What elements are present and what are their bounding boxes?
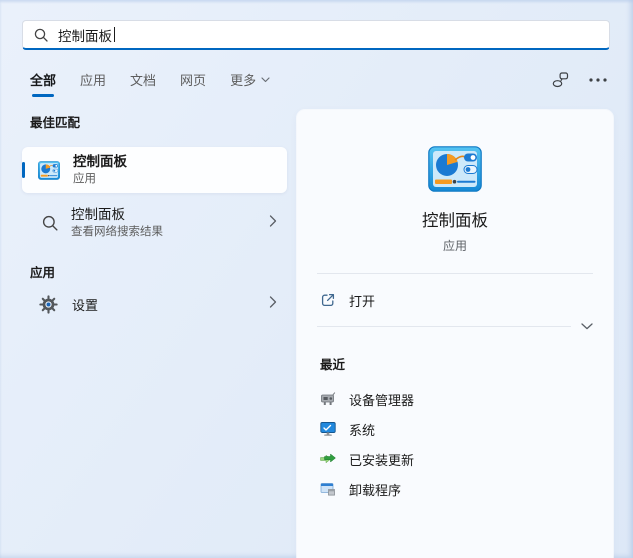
tab-web[interactable]: 网页 xyxy=(180,70,206,97)
windows-search-flyout: 控制面板 全部 应用 文档 网页 更多 最佳匹配 控制面板 应用 控制面板 查看… xyxy=(0,0,633,558)
ellipsis-icon xyxy=(589,78,607,82)
recent-item-device-manager[interactable]: 设备管理器 xyxy=(320,384,593,414)
tab-apps[interactable]: 应用 xyxy=(80,70,106,97)
web-result-title: 控制面板 xyxy=(71,206,125,222)
recent-item-uninstall-program[interactable]: 卸载程序 xyxy=(320,474,593,504)
recent-section-header: 最近 xyxy=(320,358,346,372)
uninstall-program-icon xyxy=(320,483,335,496)
settings-label: 设置 xyxy=(72,297,99,313)
apps-section-header: 应用 xyxy=(30,266,56,280)
preview-panel: 控制面板 应用 打开 最近 设备管理器 系统 已安装更新 卸载程序 xyxy=(297,110,613,558)
recent-item-label: 已安装更新 xyxy=(349,452,415,468)
search-query-text[interactable]: 控制面板 xyxy=(58,25,112,45)
control-panel-icon xyxy=(38,160,60,180)
tab-more[interactable]: 更多 xyxy=(230,70,270,97)
open-external-icon xyxy=(321,293,335,307)
preview-app-title: 控制面板 xyxy=(422,212,488,230)
tab-documents[interactable]: 文档 xyxy=(130,70,156,97)
chevron-down-icon xyxy=(261,76,270,82)
recent-item-label: 设备管理器 xyxy=(349,392,415,408)
system-monitor-icon xyxy=(320,422,336,436)
control-panel-icon xyxy=(428,146,482,192)
search-input[interactable]: 控制面板 xyxy=(22,20,610,50)
search-icon xyxy=(42,215,58,231)
recent-item-label: 系统 xyxy=(349,422,376,438)
web-search-result[interactable]: 控制面板 查看网络搜索结果 xyxy=(22,200,287,246)
recent-item-label: 卸载程序 xyxy=(349,482,402,498)
best-match-header: 最佳匹配 xyxy=(30,116,81,130)
settings-result[interactable]: 设置 xyxy=(22,287,287,321)
search-header-actions xyxy=(552,72,607,88)
chevron-right-icon xyxy=(269,215,277,227)
divider xyxy=(317,273,593,274)
divider xyxy=(317,326,571,327)
search-icon xyxy=(34,28,48,42)
device-manager-icon xyxy=(321,392,336,405)
selection-accent-bar xyxy=(22,162,25,178)
tab-all[interactable]: 全部 xyxy=(30,70,56,97)
text-caret xyxy=(114,27,115,42)
open-action[interactable]: 打开 xyxy=(320,287,593,313)
settings-gear-icon xyxy=(39,294,58,314)
best-match-result[interactable]: 控制面板 应用 xyxy=(22,147,287,193)
search-filter-tabs: 全部 应用 文档 网页 更多 xyxy=(30,70,270,97)
best-match-title: 控制面板 xyxy=(73,153,127,169)
options-button[interactable] xyxy=(589,78,607,82)
web-result-subtitle: 查看网络搜索结果 xyxy=(71,225,163,238)
chevron-right-icon xyxy=(269,296,277,308)
open-label: 打开 xyxy=(349,293,376,309)
recent-item-system[interactable]: 系统 xyxy=(320,414,593,444)
best-match-subtitle: 应用 xyxy=(73,172,96,185)
chevron-down-icon[interactable] xyxy=(581,323,593,330)
installed-updates-icon xyxy=(320,453,336,464)
recent-item-installed-updates[interactable]: 已安装更新 xyxy=(320,444,593,474)
contact-bubble-icon xyxy=(552,72,569,88)
preview-app-subtitle: 应用 xyxy=(442,239,467,253)
actions-collapse-row xyxy=(317,323,593,330)
account-button[interactable] xyxy=(552,72,569,88)
